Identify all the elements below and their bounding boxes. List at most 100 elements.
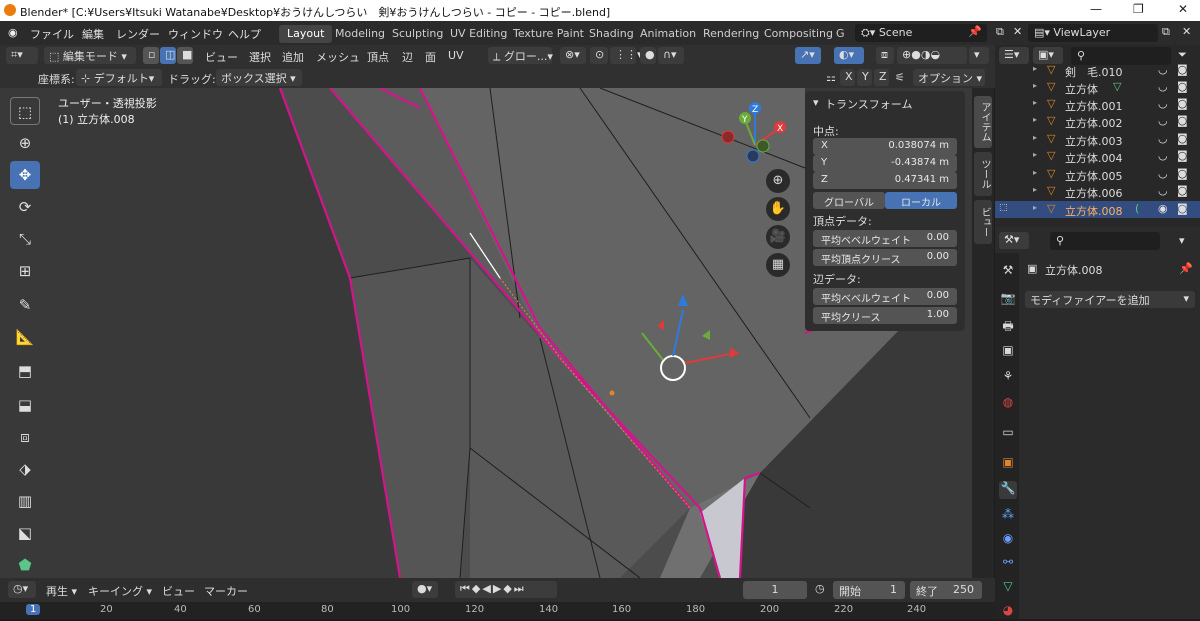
start-frame-field[interactable]: 開始 1: [833, 581, 905, 599]
timeline-editor-icon[interactable]: ◷▾: [8, 581, 36, 598]
blender-menu-icon[interactable]: ◉: [8, 26, 18, 39]
render-icon[interactable]: ◙: [1177, 97, 1188, 110]
tab-item[interactable]: アイテム: [974, 96, 992, 148]
pin-icon[interactable]: 📌: [968, 25, 982, 38]
data-tab-icon[interactable]: ▽: [999, 579, 1017, 597]
add-cube-icon[interactable]: ⬒: [10, 357, 40, 385]
new-viewlayer-icon[interactable]: ⧉: [1162, 25, 1170, 39]
tab-texture-paint[interactable]: Texture Paint: [505, 25, 592, 43]
end-frame-field[interactable]: 終了 250: [910, 581, 982, 599]
snap-target-icon[interactable]: ⋮⋮▾: [610, 47, 643, 64]
mirror-icon[interactable]: ⚏: [826, 71, 836, 84]
loop-cut-icon[interactable]: ▥: [10, 487, 40, 515]
overlay-toggle-icon[interactable]: ◐▾: [834, 47, 864, 64]
properties-search-input[interactable]: ⚲: [1050, 232, 1160, 250]
material-shading-icon[interactable]: ◑: [921, 48, 931, 61]
expand-icon[interactable]: ▸: [1033, 150, 1037, 159]
tab-layout[interactable]: Layout: [279, 25, 333, 43]
visibility-icon[interactable]: ◉: [1158, 202, 1168, 215]
extrude-icon[interactable]: ⬓: [10, 391, 40, 419]
camera-view-icon[interactable]: 🎥: [766, 225, 790, 249]
vertex-select-icon[interactable]: ▫: [143, 47, 159, 64]
xray-icon[interactable]: ⧈: [876, 47, 894, 64]
outliner-row[interactable]: ▸ ▽ 立方体 ▽ ◡ ◙: [995, 79, 1200, 96]
outliner-row[interactable]: ▸ ▽ 剣 毛.010 ◡ ◙: [995, 62, 1200, 79]
panel-collapse-icon[interactable]: ▾: [813, 96, 819, 109]
visibility-icon[interactable]: ◡: [1158, 80, 1168, 93]
poly-build-icon[interactable]: ⬟: [10, 551, 40, 579]
render-shading-icon[interactable]: ◒: [930, 48, 940, 61]
expand-icon[interactable]: ▸: [1033, 168, 1037, 177]
local-toggle[interactable]: ローカル: [885, 192, 957, 209]
expand-icon[interactable]: ▸: [1033, 115, 1037, 124]
menu-face[interactable]: 面: [425, 49, 436, 65]
playback-menu[interactable]: 再生 ▾: [46, 583, 77, 599]
visibility-icon[interactable]: ◡: [1158, 184, 1168, 197]
minimize-icon[interactable]: —: [1090, 2, 1102, 16]
render-icon[interactable]: ◙: [1177, 167, 1188, 180]
expand-icon[interactable]: ▸: [1033, 185, 1037, 194]
pivot-icon[interactable]: ⊗▾: [560, 47, 586, 64]
outliner-row[interactable]: ▸ ▽ 立方体.004 ◡ ◙: [995, 148, 1200, 165]
visibility-icon[interactable]: ◡: [1158, 97, 1168, 110]
outliner-row[interactable]: ▸ ▽ 立方体.003 ◡ ◙: [995, 131, 1200, 148]
new-scene-icon[interactable]: ⧉: [996, 25, 1004, 39]
outliner-row[interactable]: ▸ ▽ 立方体.006 ◡ ◙: [995, 183, 1200, 200]
close-icon[interactable]: ✕: [1178, 2, 1188, 16]
expand-icon[interactable]: ▸: [1033, 64, 1037, 73]
ortho-grid-icon[interactable]: ▦: [766, 253, 790, 277]
collection-tab-icon[interactable]: ▭: [999, 425, 1017, 443]
drag-selector[interactable]: ボックス選択 ▾: [216, 69, 302, 86]
preview-range-icon[interactable]: ◷: [815, 582, 825, 595]
tool-tab-icon[interactable]: ⚒: [999, 263, 1017, 281]
render-icon[interactable]: ◙: [1177, 149, 1188, 162]
shading-options-icon[interactable]: ▾: [969, 47, 989, 64]
auto-merge-icon[interactable]: ⚟: [895, 71, 905, 84]
expand-icon[interactable]: ▸: [1033, 81, 1037, 90]
visibility-icon[interactable]: ◡: [1158, 149, 1168, 162]
rotate-icon[interactable]: ⟳: [10, 193, 40, 221]
visibility-icon[interactable]: ◡: [1158, 132, 1168, 145]
jump-end-icon[interactable]: ⏭: [514, 582, 526, 595]
median-x-field[interactable]: X 0.038074 m: [813, 138, 957, 155]
solid-shading-icon[interactable]: ●: [911, 48, 921, 61]
edit-mode-icon[interactable]: ⬚: [999, 203, 1008, 213]
delete-scene-icon[interactable]: ✕: [1013, 25, 1022, 38]
playhead[interactable]: 1: [26, 604, 41, 615]
output-tab-icon[interactable]: 🖶: [999, 317, 1017, 335]
particles-tab-icon[interactable]: ⁂: [999, 507, 1017, 525]
render-icon[interactable]: ◙: [1177, 132, 1188, 145]
inset-icon[interactable]: ⧈: [10, 423, 40, 451]
outliner-row-active[interactable]: ⬚ ▸ ▽ 立方体.008 (◉ ◙: [995, 201, 1200, 218]
median-y-field[interactable]: Y -0.43874 m: [813, 155, 957, 172]
median-z-field[interactable]: Z 0.47341 m: [813, 172, 957, 189]
proportional-edit-icon[interactable]: ●: [640, 47, 656, 64]
measure-icon[interactable]: 📐: [10, 323, 40, 351]
gizmo-toggle-icon[interactable]: ↗▾: [795, 47, 821, 64]
maximize-icon[interactable]: ❐: [1133, 2, 1144, 16]
pin-icon[interactable]: 📌: [1179, 262, 1193, 275]
scene-tab-icon[interactable]: ⚘: [999, 369, 1017, 387]
menu-vertex[interactable]: 頂点: [367, 49, 389, 65]
zoom-icon[interactable]: ⊕: [766, 169, 790, 193]
mirror-z-button[interactable]: Z: [874, 69, 889, 86]
timeline-ruler[interactable]: 1 20 40 60 80 100 120 140 160 180 200 22…: [0, 602, 995, 619]
render-icon[interactable]: ◙: [1177, 63, 1188, 76]
filter-icon[interactable]: ⏷: [1178, 48, 1187, 62]
visibility-icon[interactable]: ◡: [1158, 63, 1168, 76]
tab-animation[interactable]: Animation: [632, 25, 704, 43]
delete-viewlayer-icon[interactable]: ✕: [1182, 25, 1191, 38]
coord-selector[interactable]: ⊹ デフォルト▾: [76, 69, 162, 86]
view-layer-tab-icon[interactable]: ▣: [999, 343, 1017, 361]
render-icon[interactable]: ◙: [1177, 114, 1188, 127]
annotate-icon[interactable]: ✎: [10, 291, 40, 319]
physics-tab-icon[interactable]: ◉: [999, 531, 1017, 549]
tab-tool[interactable]: ツール: [974, 152, 992, 196]
render-icon[interactable]: ◙: [1177, 80, 1188, 93]
jump-start-icon[interactable]: ⏮: [460, 582, 472, 595]
visibility-icon[interactable]: ◡: [1158, 167, 1168, 180]
current-frame-field[interactable]: 1: [743, 581, 807, 599]
outliner-row[interactable]: ▸ ▽ 立方体.002 ◡ ◙: [995, 113, 1200, 130]
render-icon[interactable]: ◙: [1177, 202, 1188, 215]
object-tab-icon[interactable]: ▣: [999, 455, 1017, 473]
